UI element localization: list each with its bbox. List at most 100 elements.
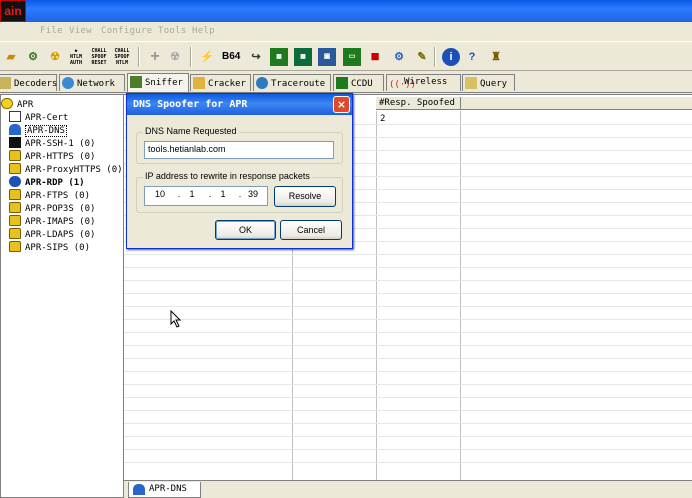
toolbar-separator [190,47,192,67]
tab-query[interactable]: Query [462,74,515,91]
lock-icon [9,241,21,252]
query-tool-icon[interactable]: ♜ [487,48,505,66]
base64-label: B64 [222,51,241,62]
traceroute-icon[interactable]: ↪ [247,48,265,66]
tree-item-apr-imaps[interactable]: APR-IMAPS (0) [9,215,95,227]
tab-cracker[interactable]: Cracker [190,74,251,91]
remove-icon[interactable]: ☢ [166,48,184,66]
grid-row-divider [124,397,692,398]
tree-label: APR-RDP (1) [25,178,85,188]
tab-wireless[interactable]: ((·))Wireless [386,74,461,91]
tree-item-apr-proxyhttps[interactable]: APR-ProxyHTTPS (0) [9,163,123,175]
menu-bar: File View Configure Tools Help [0,22,692,41]
tab-network[interactable]: Network [59,74,125,91]
apr-tree[interactable]: APR APR-Cert APR-DNS APR-SSH-1 (0) APR-H… [0,94,124,498]
router-icon[interactable]: ▭ [343,48,361,66]
grid-row-divider [124,410,692,411]
menu-file[interactable]: File [40,26,63,36]
close-icon[interactable]: × [333,96,350,113]
dns-icon [133,484,145,495]
dialog-title[interactable]: DNS Spoofer for APR [127,94,352,115]
tab-decoders[interactable]: Decoders [0,74,57,91]
grid-row-divider [124,280,692,281]
tab-ccdu[interactable]: CCDU [333,74,384,91]
terminal-icon [9,137,21,148]
grid-row-divider [124,332,692,333]
lock-icon [9,189,21,200]
help-icon[interactable]: ? [463,48,481,66]
table-cell-resp-spoofed[interactable]: 2 [380,114,385,124]
grid-column-divider [460,111,461,481]
tree-item-apr-ftps[interactable]: APR-FTPS (0) [9,189,90,201]
tree-item-apr-dns[interactable]: APR-DNS [9,124,67,137]
tab-sniffer[interactable]: Sniffer [127,73,189,92]
add-icon[interactable]: + [146,48,164,66]
decoder-icon [0,77,11,89]
lock-icon [9,215,21,226]
column-header-resp-spoofed[interactable]: #Resp. Spoofed [376,97,461,110]
ip-octet-3: 1 [220,189,226,199]
challenge-spoof-reset-icon[interactable]: CHALL SPOOF RESET [89,48,109,66]
sniffer-icon[interactable]: ☢ [46,48,64,66]
open-icon[interactable]: ▰ [2,48,20,66]
dns-name-group-label: DNS Name Requested [143,126,239,136]
lock-icon [9,228,21,239]
tree-label: APR-HTTPS (0) [25,152,96,162]
cancel-button[interactable]: Cancel [280,220,342,240]
query-icon [465,77,477,89]
tree-label: APR-LDAPS (0) [25,230,96,240]
ip-address-input[interactable]: 10 . 1 . 1 . 39 [144,186,268,206]
certificate-icon [9,111,21,122]
cached-password-icon[interactable]: ⚙ [390,48,408,66]
menu-configure[interactable]: Configure [101,26,152,36]
tree-root-apr[interactable]: APR [1,98,33,110]
menu-tools[interactable]: Tools [158,26,187,36]
tree-item-apr-sips[interactable]: APR-SIPS (0) [9,241,90,253]
tree-item-apr-rdp[interactable]: APR-RDP (1) [9,176,85,188]
dns-name-input[interactable]: tools.hetianlab.com [144,141,334,159]
lock-icon [9,163,21,174]
lsa-icon[interactable]: ■ [366,48,384,66]
tab-label: Network [77,79,115,89]
decoder-icon[interactable]: ⚡ [198,48,216,66]
tree-label: APR-POP3S (0) [25,204,96,214]
about-icon[interactable]: i [442,48,460,66]
ok-button[interactable]: OK [215,220,276,240]
grid-column-divider [376,111,377,481]
toolbar-separator [138,47,140,67]
menu-help[interactable]: Help [192,26,215,36]
cain-logo-icon[interactable]: ain [0,0,26,22]
tree-item-apr-ldaps[interactable]: APR-LDAPS (0) [9,228,95,240]
resolve-button[interactable]: Resolve [274,186,336,207]
oxid-icon[interactable]: ✎ [413,48,431,66]
grid-row-divider [124,371,692,372]
tree-label: APR-IMAPS (0) [25,217,96,227]
tab-label: Traceroute [271,79,326,89]
ip-rewrite-group-label: IP address to rewrite in response packet… [143,171,312,181]
tab-label: Sniffer [145,78,183,88]
challenge-spoof-ntlm-icon[interactable]: CHALL SPOOF NTLM [112,48,132,66]
window-title-bar[interactable]: ain [0,0,692,22]
lock-icon [9,150,21,161]
tree-item-apr-cert[interactable]: APR-Cert [9,111,68,123]
cisco-icon[interactable]: ▣ [318,48,336,66]
tree-label: APR-FTPS (0) [25,191,91,201]
sniffer-icon [130,76,142,88]
base64-icon[interactable]: B64 [222,48,240,66]
tab-label: Decoders [14,79,58,89]
tab-label: Cracker [208,79,246,89]
ccdu-icon [336,77,348,89]
tree-item-apr-pop3s[interactable]: APR-POP3S (0) [9,202,95,214]
ntlm-auth-icon[interactable]: ◆ NTLM AUTH [66,48,86,66]
tree-label: APR-DNS [25,125,67,137]
wireless-icon: ((·)) [389,80,417,90]
tab-traceroute[interactable]: Traceroute [253,74,331,91]
tree-item-apr-https[interactable]: APR-HTTPS (0) [9,150,95,162]
tree-item-apr-ssh1[interactable]: APR-SSH-1 (0) [9,137,95,149]
hash-calculator-icon[interactable]: ▦ [270,48,288,66]
wireless-icon[interactable]: ▦ [294,48,312,66]
network-card-icon[interactable]: ⚙ [24,48,42,66]
grid-row-divider [124,254,692,255]
menu-view[interactable]: View [69,26,92,36]
bottom-tab-apr-dns[interactable]: APR-DNS [128,482,201,498]
